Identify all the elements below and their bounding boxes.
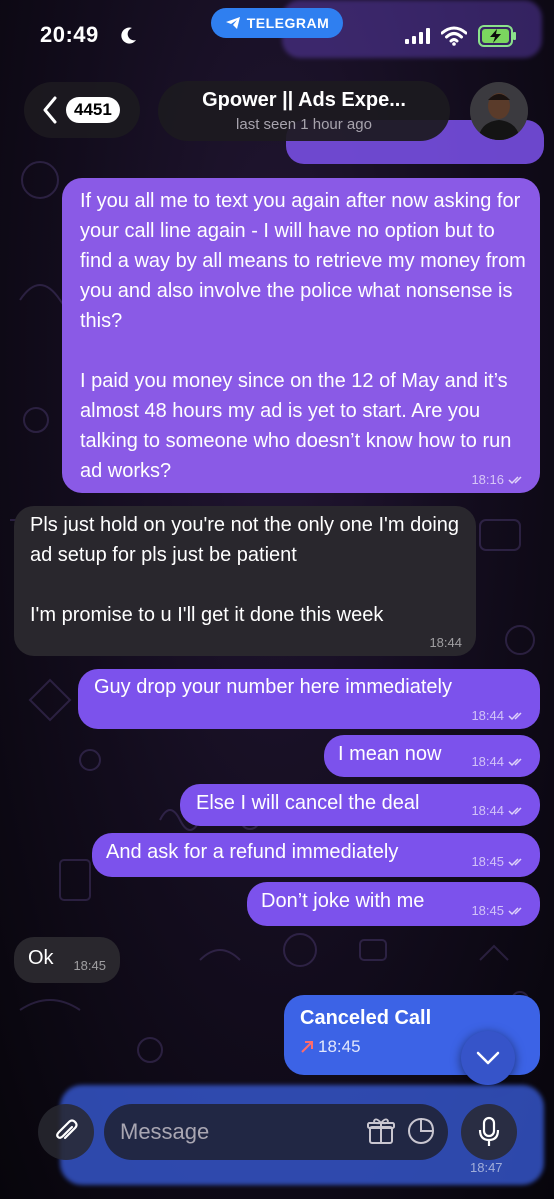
message-meta: 18:45 bbox=[471, 855, 526, 869]
message-text: If you all me to text you again after no… bbox=[80, 190, 526, 482]
message-time: 18:45 bbox=[471, 903, 504, 918]
telegram-pill-label: TELEGRAM bbox=[246, 15, 330, 31]
microphone-icon bbox=[478, 1116, 500, 1146]
message-bubble-outgoing[interactable]: Guy drop your number here immediately 18… bbox=[78, 669, 540, 729]
double-check-icon bbox=[508, 758, 522, 767]
message-meta: 18:44 bbox=[429, 636, 462, 650]
double-check-icon bbox=[508, 858, 522, 867]
back-button[interactable]: 4451 bbox=[24, 82, 140, 138]
message-meta: 18:45 bbox=[471, 904, 526, 918]
message-time: 18:44 bbox=[471, 708, 504, 723]
message-input[interactable]: Message bbox=[104, 1104, 448, 1160]
double-check-icon bbox=[508, 476, 522, 485]
signal-icon bbox=[405, 28, 430, 44]
scroll-to-bottom-button[interactable] bbox=[461, 1031, 515, 1085]
partial-message-time: 18:47 bbox=[470, 1160, 503, 1175]
chat-title-button[interactable]: Gpower || Ads Expe... last seen 1 hour a… bbox=[158, 81, 450, 141]
sticker-icon[interactable] bbox=[406, 1116, 436, 1146]
double-check-icon bbox=[508, 907, 522, 916]
telegram-icon bbox=[225, 17, 240, 29]
message-time: 18:16 bbox=[471, 472, 504, 487]
message-placeholder: Message bbox=[120, 1119, 210, 1144]
message-meta: 18:44 bbox=[471, 709, 526, 723]
message-time: 18:44 bbox=[471, 803, 504, 818]
message-meta: 18:44 bbox=[471, 755, 526, 769]
double-check-icon bbox=[508, 712, 522, 721]
telegram-pill[interactable]: TELEGRAM bbox=[211, 8, 343, 38]
message-time: 18:44 bbox=[471, 754, 504, 769]
chat-name: Gpower || Ads Expe... bbox=[202, 89, 406, 111]
unread-count-badge: 4451 bbox=[66, 97, 120, 123]
status-time: 20:49 bbox=[40, 22, 99, 47]
call-meta: 18:45 bbox=[300, 1037, 361, 1057]
message-text: Guy drop your number here immediately bbox=[94, 676, 452, 698]
message-meta: 18:16 bbox=[471, 473, 526, 487]
call-time: 18:45 bbox=[318, 1037, 361, 1056]
message-bubble-outgoing[interactable]: Don’t joke with me 18:45 bbox=[247, 882, 540, 926]
message-meta: 18:45 bbox=[73, 959, 106, 973]
message-bubble-outgoing[interactable]: And ask for a refund immediately 18:45 bbox=[92, 833, 540, 877]
message-bubble-outgoing[interactable]: I mean now 18:44 bbox=[324, 735, 540, 777]
wifi-icon bbox=[441, 26, 467, 46]
message-bubble-incoming[interactable]: Ok 18:45 bbox=[14, 937, 120, 983]
battery-charging-icon bbox=[478, 25, 516, 47]
chevron-down-icon bbox=[476, 1051, 500, 1065]
message-time: 18:45 bbox=[471, 854, 504, 869]
last-seen-status: last seen 1 hour ago bbox=[236, 116, 372, 133]
call-title: Canceled Call bbox=[300, 1007, 432, 1029]
chevron-left-icon bbox=[43, 96, 57, 124]
message-bubble-outgoing[interactable]: Else I will cancel the deal 18:44 bbox=[180, 784, 540, 826]
moon-icon bbox=[121, 27, 136, 44]
message-bubble-incoming[interactable]: Pls just hold on you're not the only one… bbox=[14, 506, 476, 656]
avatar-photo bbox=[470, 82, 528, 140]
message-meta: 18:44 bbox=[471, 804, 526, 818]
paperclip-icon bbox=[56, 1119, 78, 1140]
voice-message-button[interactable] bbox=[461, 1104, 517, 1160]
avatar[interactable] bbox=[470, 82, 528, 140]
message-time: 18:44 bbox=[429, 635, 462, 650]
message-bubble-outgoing[interactable]: If you all me to text you again after no… bbox=[62, 178, 540, 493]
message-text: Pls just hold on you're not the only one… bbox=[30, 514, 460, 626]
message-time: 18:45 bbox=[73, 958, 106, 973]
outgoing-call-arrow-icon bbox=[301, 1041, 313, 1053]
status-bar: 20:49 TELEGRAM bbox=[0, 0, 554, 70]
double-check-icon bbox=[508, 807, 522, 816]
gift-icon[interactable] bbox=[366, 1116, 396, 1146]
attach-button[interactable] bbox=[38, 1104, 94, 1160]
